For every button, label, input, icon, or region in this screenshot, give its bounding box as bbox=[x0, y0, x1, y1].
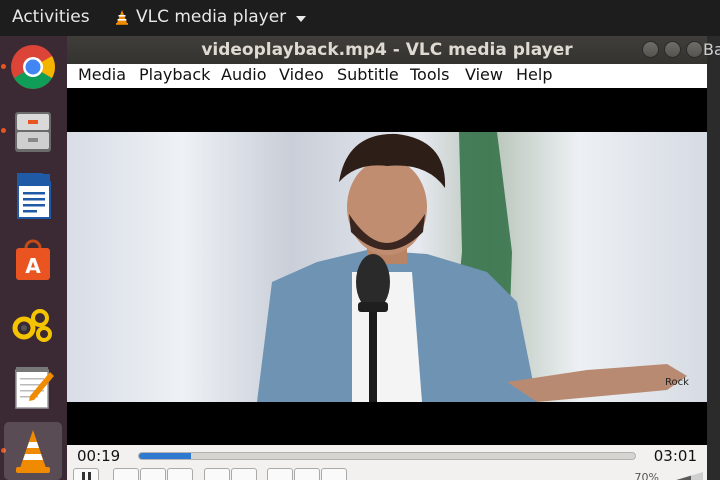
menu-media[interactable]: Media bbox=[78, 65, 126, 84]
loop-button[interactable] bbox=[294, 468, 320, 480]
menu-bar: Media Playback Audio Video Subtitle Tool… bbox=[67, 64, 707, 88]
dock-item-files[interactable] bbox=[4, 102, 62, 160]
volume-level: 70% bbox=[634, 471, 659, 480]
vlc-cone-icon bbox=[116, 10, 128, 25]
menu-playback[interactable]: Playback bbox=[139, 65, 210, 84]
minimize-button[interactable] bbox=[642, 41, 659, 58]
desktop: Activities VLC media player A videoplayb… bbox=[0, 0, 720, 480]
maximize-button[interactable] bbox=[664, 41, 681, 58]
video-watermark: Rock bbox=[665, 377, 689, 388]
writer-document-icon bbox=[17, 173, 51, 219]
stop-button[interactable] bbox=[140, 468, 166, 480]
file-cabinet-icon bbox=[15, 112, 51, 152]
dock-item-text-editor[interactable] bbox=[4, 358, 62, 416]
shopping-bag-icon: A bbox=[16, 239, 50, 280]
video-scene bbox=[257, 132, 687, 402]
total-time: 03:01 bbox=[653, 447, 697, 465]
background-window-text: Ba bbox=[703, 40, 720, 59]
extended-settings-button[interactable] bbox=[231, 468, 257, 480]
next-button[interactable] bbox=[167, 468, 193, 480]
app-name: VLC media player bbox=[136, 7, 287, 27]
elapsed-time: 00:19 bbox=[77, 447, 121, 465]
volume-slider[interactable] bbox=[663, 472, 703, 480]
chrome-icon bbox=[11, 45, 55, 89]
activities-button[interactable]: Activities bbox=[12, 7, 90, 27]
playback-controls: 00:19 03:01 70% bbox=[67, 445, 707, 480]
dock-item-vlc[interactable] bbox=[4, 422, 62, 480]
menu-help[interactable]: Help bbox=[516, 65, 552, 84]
menu-view[interactable]: View bbox=[465, 65, 503, 84]
vlc-cone-icon bbox=[16, 430, 50, 473]
seek-bar[interactable] bbox=[138, 452, 636, 460]
vlc-window: videoplayback.mp4 - VLC media player Med… bbox=[67, 36, 707, 480]
dock-item-settings[interactable] bbox=[4, 294, 62, 352]
seek-progress bbox=[139, 453, 192, 459]
pause-button[interactable] bbox=[73, 468, 99, 480]
dock: A bbox=[0, 36, 67, 480]
video-frame: Rock bbox=[67, 132, 707, 402]
app-menu[interactable]: VLC media player bbox=[114, 7, 307, 27]
gears-icon bbox=[12, 309, 52, 342]
top-bar: Activities VLC media player bbox=[0, 0, 720, 36]
dock-item-writer[interactable] bbox=[4, 166, 62, 224]
video-area[interactable]: Rock bbox=[67, 88, 707, 445]
shuffle-button[interactable] bbox=[321, 468, 347, 480]
notepad-pencil-icon bbox=[15, 367, 54, 409]
pause-icon bbox=[82, 472, 85, 480]
dock-item-software[interactable]: A bbox=[4, 230, 62, 288]
previous-button[interactable] bbox=[113, 468, 139, 480]
background-window-edge: Ba bbox=[703, 36, 720, 480]
menu-tools[interactable]: Tools bbox=[410, 65, 449, 84]
menu-video[interactable]: Video bbox=[279, 65, 324, 84]
window-titlebar[interactable]: videoplayback.mp4 - VLC media player bbox=[67, 36, 707, 64]
dock-item-chrome[interactable] bbox=[4, 38, 62, 96]
svg-text:A: A bbox=[25, 254, 41, 278]
menu-audio[interactable]: Audio bbox=[221, 65, 266, 84]
fullscreen-button[interactable] bbox=[204, 468, 230, 480]
close-button[interactable] bbox=[686, 41, 703, 58]
menu-subtitle[interactable]: Subtitle bbox=[337, 65, 399, 84]
window-title: videoplayback.mp4 - VLC media player bbox=[201, 40, 573, 60]
playlist-button[interactable] bbox=[267, 468, 293, 480]
chevron-down-icon bbox=[296, 15, 307, 22]
window-controls bbox=[642, 41, 703, 58]
